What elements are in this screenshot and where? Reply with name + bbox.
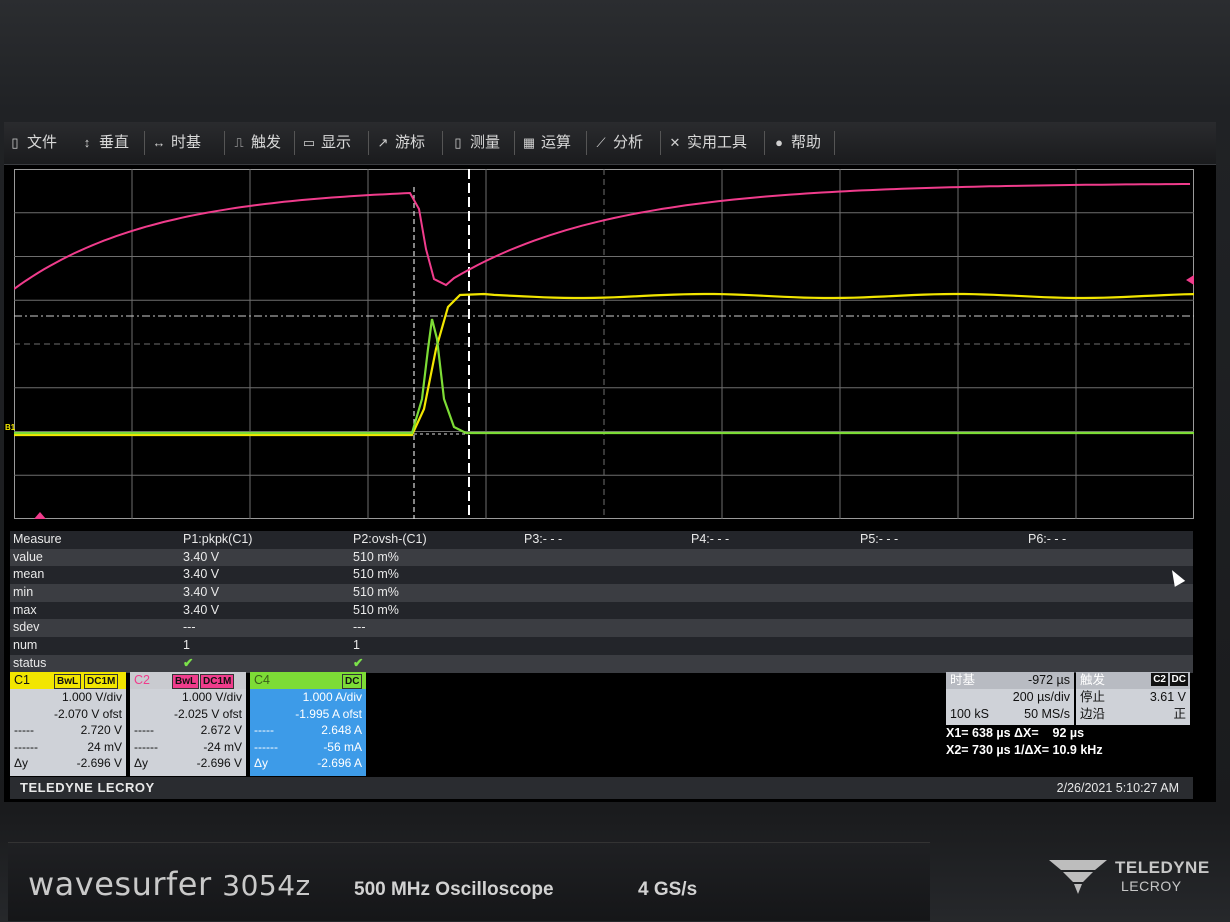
channel-c1-descriptor[interactable]: C1 BwL DC1M 1.000 V/div -2.070 V ofst --… — [10, 672, 126, 776]
scope-screen: ▯ 文件 ↕ 垂直 ↔ 时基 ⎍ 触发 ▭ 显示 ↗ 游标 ▯ 测量 ▦ 运算 ⟋ 分析 ✕ 实用工… — [4, 122, 1216, 802]
measure-row: status ✔ ✔ — [10, 654, 1193, 673]
menu-utilities[interactable]: ✕ 实用工具 — [668, 132, 747, 154]
scope-sample-rate: 4 GS/s — [638, 879, 698, 900]
measure-table: Measure P1:pkpk(C1) P2:ovsh-(C1) P3:- - … — [10, 531, 1193, 673]
trace-c2 — [14, 183, 1190, 290]
trigger-position-marker — [34, 512, 46, 519]
help-icon: ● — [775, 135, 783, 150]
timebase-descriptor[interactable]: 时基 -972 µs 200 µs/div 100 kS 50 MS/s — [946, 672, 1074, 725]
measure-row: min 3.40 V 510 m% — [10, 584, 1193, 602]
measure-row: value 3.40 V 510 m% — [10, 548, 1193, 567]
status-ok-icon: ✔ — [353, 655, 364, 670]
measure-p6-header[interactable]: P6:- - - — [1028, 531, 1066, 548]
measure-icon: ▯ — [454, 135, 462, 150]
waveform-svg — [14, 169, 1194, 519]
vertical-icon: ↕ — [83, 135, 91, 150]
measure-row: num 1 1 — [10, 637, 1193, 655]
channel-c1-header: C1 BwL DC1M — [10, 672, 126, 689]
teledyne-logo-icon — [1049, 860, 1107, 894]
c2-level-marker — [1186, 275, 1194, 285]
measure-row: mean 3.40 V 510 m% — [10, 566, 1193, 585]
status-bar: TELEDYNE LECROY 2/26/2021 5:10:27 AM — [10, 777, 1193, 799]
menu-cursors[interactable]: ↗ 游标 — [376, 132, 425, 154]
measure-header-row: Measure P1:pkpk(C1) P2:ovsh-(C1) P3:- - … — [10, 531, 1193, 549]
scope-description: 500 MHz Oscilloscope — [354, 879, 554, 900]
tools-icon: ✕ — [669, 135, 681, 150]
measure-row: sdev --- --- — [10, 619, 1193, 638]
measure-p4-header[interactable]: P4:- - - — [691, 531, 729, 548]
cursor-icon: ↗ — [377, 135, 389, 150]
model-number: 3054z — [222, 869, 311, 902]
datetime-label: 2/26/2021 5:10:27 AM — [1056, 781, 1179, 795]
menu-vertical[interactable]: ↕ 垂直 — [80, 132, 129, 154]
measure-p1-header[interactable]: P1:pkpk(C1) — [183, 531, 252, 548]
menu-file[interactable]: ▯ 文件 — [8, 132, 57, 154]
menu-trigger[interactable]: ⎍ 触发 — [232, 132, 281, 154]
model-word: wavesurfer — [28, 865, 212, 903]
measure-p3-header[interactable]: P3:- - - — [524, 531, 562, 548]
measure-p2-header[interactable]: P2:ovsh-(C1) — [353, 531, 427, 548]
cursor-readout: X1= 638 µs ΔX= 92 µs X2= 730 µs 1/ΔX= 10… — [946, 726, 1103, 757]
menu-analysis[interactable]: ⟋ 分析 — [594, 132, 643, 154]
menu-math[interactable]: ▦ 运算 — [522, 132, 571, 154]
menu-display[interactable]: ▭ 显示 — [302, 132, 351, 154]
model-panel: wavesurfer 3054z 500 MHz Oscilloscope 4 … — [8, 842, 930, 921]
display-icon: ▭ — [302, 135, 316, 150]
channel-c2-descriptor[interactable]: C2 BwL DC1M 1.000 V/div -2.025 V ofst --… — [130, 672, 246, 776]
measure-p5-header[interactable]: P5:- - - — [860, 531, 898, 548]
trace-c4 — [14, 318, 1194, 435]
status-ok-icon: ✔ — [183, 655, 194, 670]
channel-c4-descriptor[interactable]: C4 DC 1.000 A/div -1.995 A ofst ----- 2.6… — [250, 672, 366, 776]
math-icon: ▦ — [522, 135, 536, 150]
menu-bar: ▯ 文件 ↕ 垂直 ↔ 时基 ⎍ 触发 ▭ 显示 ↗ 游标 ▯ 测量 ▦ 运算 ⟋ 分析 ✕ 实用工… — [4, 122, 1216, 165]
measure-row: max 3.40 V 510 m% — [10, 601, 1193, 620]
horizontal-icon: ↔ — [152, 135, 166, 150]
menu-help[interactable]: ● 帮助 — [772, 132, 821, 154]
brand-label: TELEDYNE LECROY — [20, 780, 155, 795]
menu-measure[interactable]: ▯ 测量 — [451, 132, 500, 154]
trigger-icon: ⎍ — [234, 135, 244, 150]
folder-icon: ▯ — [11, 135, 19, 150]
trigger-descriptor[interactable]: 触发 C2 DC 停止 3.61 V 边沿正 — [1076, 672, 1190, 725]
teledyne-logo: TELEDYNE LECROY — [1045, 852, 1209, 902]
channel-c2-header: C2 BwL DC1M — [130, 672, 246, 689]
menu-timebase[interactable]: ↔ 时基 — [152, 132, 202, 154]
channel-c4-header: C4 DC — [250, 672, 366, 689]
analysis-icon: ⟋ — [596, 135, 606, 150]
grid-trace-label: B1 — [5, 423, 16, 432]
waveform-grid[interactable]: B1 — [5, 169, 1194, 519]
